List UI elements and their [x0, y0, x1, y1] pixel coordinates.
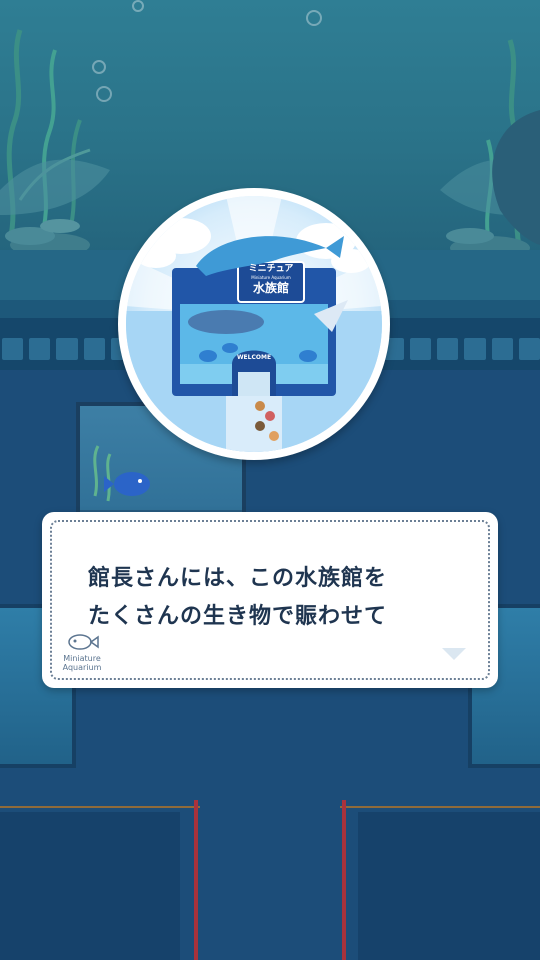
aquarium-scene: ミニチュア Miniature Aquarium 水族館 WELCOME 館長さ… [0, 0, 540, 960]
emblem-artwork [126, 196, 382, 452]
dialog-logo-text-2: Aquarium [62, 663, 102, 672]
floor-pit-left [0, 812, 180, 960]
rope-barrier-right [340, 786, 540, 808]
dialog-logo: Miniature Aquarium [56, 630, 106, 676]
floor-pit-right [358, 812, 540, 960]
rope-post-left [194, 800, 198, 960]
dialog-logo-text-1: Miniature [63, 654, 101, 663]
aquarium-emblem: ミニチュア Miniature Aquarium 水族館 WELCOME [118, 188, 390, 460]
sign-text: ミニチュア Miniature Aquarium 水族館 [248, 264, 294, 295]
dialog-line-1: 館長さんには、この水族館を [88, 566, 388, 591]
dialog-line-2: たくさんの生き物で賑わせて [88, 604, 388, 629]
rope-post-right [342, 800, 346, 960]
rope-barrier-left [0, 786, 200, 808]
fish-icon [68, 634, 99, 650]
welcome-sign: WELCOME [236, 354, 272, 361]
next-arrow-icon [442, 648, 466, 660]
dialog-box[interactable]: 館長さんには、この水族館を たくさんの生き物で賑わせて Miniature Aq… [42, 512, 498, 688]
